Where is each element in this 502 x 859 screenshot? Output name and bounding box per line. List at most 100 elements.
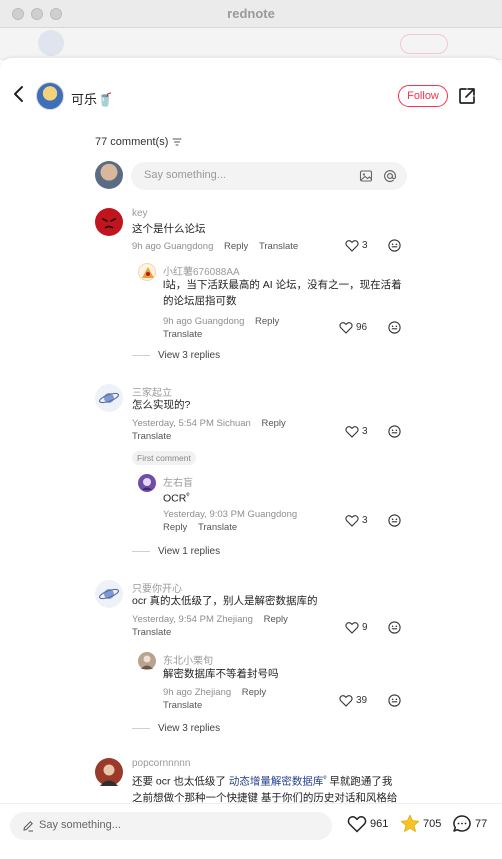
comment-input[interactable]: Say something...	[131, 162, 407, 190]
bottom-comment-input[interactable]: Say something...	[10, 812, 332, 840]
comment-like[interactable]: 3	[345, 425, 368, 438]
commenter-name[interactable]: 东北小栗旬	[163, 652, 213, 667]
commenter-avatar[interactable]	[95, 208, 123, 236]
like-post-button[interactable]: 961	[347, 814, 388, 833]
commenter-avatar[interactable]	[95, 580, 123, 608]
comment-text: 怎么实现的?	[132, 399, 191, 411]
heart-icon	[339, 322, 353, 334]
follow-button[interactable]: Follow	[398, 85, 448, 107]
translate-button[interactable]: Translate	[163, 329, 202, 340]
favorite-post-button[interactable]: 705	[400, 814, 441, 833]
portrait-icon	[100, 764, 118, 786]
like-count: 39	[356, 695, 368, 706]
bottom-action-bar: Say something... 961 705 77	[0, 803, 502, 859]
back-arrow-icon[interactable]	[10, 84, 28, 104]
commenter-avatar[interactable]	[95, 758, 123, 786]
decrypt-database-link[interactable]: 动态增量解密数据库	[229, 776, 324, 788]
comment-text: 这个是什么论坛	[132, 223, 206, 235]
comment-item: 只要你开心 ocr 真的太低级了，别人是解密数据库的 Yesterday, 9:…	[95, 580, 475, 640]
reply-button[interactable]: Reply	[261, 418, 285, 429]
commenter-avatar[interactable]	[138, 474, 156, 492]
comment-bubble-icon	[453, 815, 471, 832]
comment-like[interactable]: 9	[345, 621, 368, 634]
comment-meta: 9h ago Guangdong Reply Translate	[132, 240, 298, 253]
app-window: rednote 可乐🥤 Follow 77 comment(s) Say som…	[0, 0, 502, 859]
reply-button[interactable]: Reply	[163, 522, 187, 533]
like-count: 9	[362, 622, 368, 633]
comment-item: popcornnnnn 还要 ocr 也太低级了 动态增量解密数据库ᵠ 早就跑通…	[95, 758, 405, 803]
post-favorite-count: 705	[423, 817, 442, 830]
comment-time: Yesterday, 5:54 PM Sichuan	[132, 418, 251, 429]
reply-button[interactable]: Reply	[224, 241, 248, 252]
reply-button[interactable]: Reply	[242, 687, 266, 698]
commenter-name[interactable]: 左右盲	[163, 474, 193, 489]
view-replies-button[interactable]: View 1 replies	[132, 546, 220, 557]
like-count: 96	[356, 322, 368, 333]
comment-meta: Yesterday, 5:54 PM Sichuan Reply Transla…	[132, 417, 286, 443]
comment-like[interactable]: 3	[345, 514, 368, 527]
commenter-avatar[interactable]	[138, 652, 156, 670]
author-name[interactable]: 可乐🥤	[71, 89, 113, 108]
comment-text: l站，当下活跃最高的 AI 论坛，没有之一，现在活着的论坛屈指可数	[163, 279, 402, 307]
view-replies-label: View 3 replies	[158, 723, 221, 734]
comment-time: 9h ago Guangdong	[163, 316, 245, 327]
comment-meta: Yesterday, 9:54 PM Zhejiang Reply Transl…	[132, 613, 288, 639]
view-replies-label: View 1 replies	[158, 546, 221, 557]
emoji-reaction-icon[interactable]	[388, 694, 401, 707]
author-avatar[interactable]	[36, 82, 64, 110]
translate-button[interactable]: Translate	[198, 522, 237, 533]
like-count: 3	[362, 240, 368, 251]
comment-like[interactable]: 39	[339, 694, 367, 707]
background-avatar	[38, 30, 64, 56]
image-icon[interactable]	[359, 169, 373, 183]
commenter-avatar[interactable]	[95, 384, 123, 412]
comment-meta: 9h ago Guangdong Reply Translate	[163, 315, 279, 341]
commenter-name[interactable]: popcornnnnn	[132, 758, 190, 769]
comment-post-button[interactable]: 77	[452, 814, 487, 833]
pencil-icon	[23, 821, 33, 832]
commenter-avatar[interactable]	[138, 263, 156, 281]
emoji-reaction-icon[interactable]	[388, 239, 401, 252]
translate-button[interactable]: Translate	[259, 241, 298, 252]
commenter-name[interactable]: 小红薯676088AA	[163, 263, 240, 278]
ocr-link[interactable]: OCR	[163, 493, 186, 505]
divider-line	[132, 728, 150, 729]
comment-meta: 9h ago Zhejiang Reply Translate	[163, 686, 266, 712]
heart-icon	[345, 622, 359, 634]
emoji-reaction-icon[interactable]	[388, 621, 401, 634]
emoji-reaction-icon[interactable]	[388, 514, 401, 527]
commenter-name[interactable]: key	[132, 208, 148, 219]
comment-text: ocr 真的太低级了，别人是解密数据库的	[132, 595, 318, 607]
note-header: 可乐🥤 Follow	[0, 58, 502, 132]
emoji-reaction-icon[interactable]	[388, 321, 401, 334]
background-follow	[400, 34, 448, 54]
share-icon[interactable]	[457, 86, 477, 106]
comment-item: key 这个是什么论坛 9h ago Guangdong Reply Trans…	[95, 208, 475, 258]
translate-button[interactable]: Translate	[163, 700, 202, 711]
view-replies-button[interactable]: View 3 replies	[132, 723, 220, 734]
reply-button[interactable]: Reply	[264, 614, 288, 625]
mention-icon[interactable]	[383, 169, 397, 183]
translate-button[interactable]: Translate	[132, 431, 171, 442]
reply-button[interactable]: Reply	[255, 316, 279, 327]
star-icon	[400, 814, 420, 832]
character-icon	[142, 478, 152, 490]
comment-like[interactable]: 3	[345, 239, 368, 252]
search-link-icon: ᵠ	[186, 492, 190, 499]
search-link-icon: ᵠ	[323, 775, 327, 782]
comment-time: 9h ago Zhejiang	[163, 687, 232, 698]
potato-icon	[142, 267, 154, 278]
heart-icon	[345, 515, 359, 527]
planet-icon	[98, 588, 120, 600]
emoji-reaction-icon[interactable]	[388, 425, 401, 438]
comment-list: key 这个是什么论坛 9h ago Guangdong Reply Trans…	[0, 198, 502, 803]
reply-item: 东北小栗旬 解密数据库不等着封号吗 9h ago Zhejiang Reply …	[138, 652, 478, 718]
comment-time: Yesterday, 9:03 PM Guangdong	[163, 509, 298, 520]
comment-text-part: 还要 ocr 也太低级了	[132, 775, 226, 788]
reply-item: 左右盲 OCRᵠ Yesterday, 9:03 PM Guangdong Re…	[138, 474, 478, 534]
comment-like[interactable]: 96	[339, 321, 367, 334]
angry-face-icon	[102, 218, 116, 229]
translate-button[interactable]: Translate	[132, 627, 171, 638]
sort-filter-icon[interactable]	[172, 137, 182, 147]
view-replies-button[interactable]: View 3 replies	[132, 350, 220, 361]
